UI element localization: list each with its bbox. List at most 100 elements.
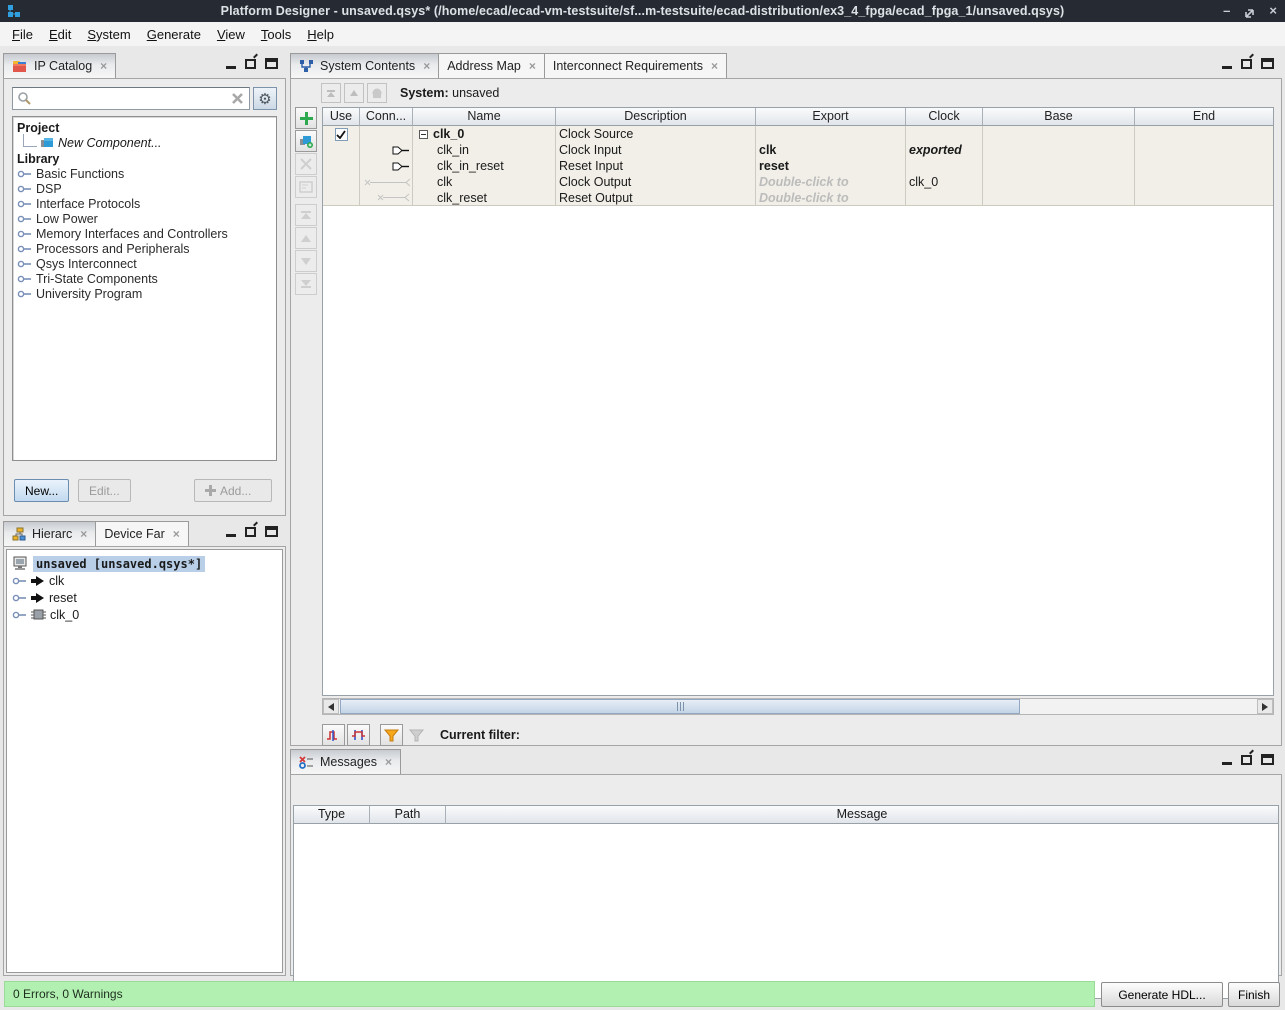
expander-icon[interactable] xyxy=(17,229,32,239)
col-end[interactable]: End xyxy=(1135,108,1273,126)
menu-edit[interactable]: Edit xyxy=(41,25,79,44)
table-row-clk[interactable]: clk Clock Output Double-click to clk_0 xyxy=(323,174,1273,190)
tree-item-interface-protocols[interactable]: Interface Protocols xyxy=(13,196,276,211)
panel-float-icon[interactable] xyxy=(245,527,256,537)
tab-address-map[interactable]: Address Map × xyxy=(438,53,545,78)
add-button[interactable]: Add... xyxy=(194,479,272,502)
expander-icon[interactable] xyxy=(17,244,32,254)
col-path[interactable]: Path xyxy=(370,806,446,824)
tree-item-processors-peripherals[interactable]: Processors and Peripherals xyxy=(13,241,276,256)
scroll-right-icon[interactable] xyxy=(1257,699,1273,714)
table-row-clk0[interactable]: clk_0 Clock Source xyxy=(323,126,1273,142)
collapse-toggle[interactable] xyxy=(419,130,428,139)
expander-icon[interactable] xyxy=(17,184,32,194)
close-icon[interactable]: × xyxy=(527,59,536,73)
close-icon[interactable]: × xyxy=(98,59,107,73)
tree-item-qsys-interconnect[interactable]: Qsys Interconnect xyxy=(13,256,276,271)
tree-item-university-program[interactable]: University Program xyxy=(13,286,276,301)
hierarchy-root[interactable]: unsaved [unsaved.qsys*] xyxy=(7,555,282,572)
minimize-icon[interactable]: – xyxy=(1223,0,1230,22)
expander-icon[interactable] xyxy=(17,199,32,209)
panel-maximize-icon[interactable] xyxy=(1261,754,1274,765)
table-row-clk-reset[interactable]: clk_reset Reset Output Double-click to xyxy=(323,190,1273,206)
expander-icon[interactable] xyxy=(17,169,32,179)
tree-item-basic-functions[interactable]: Basic Functions xyxy=(13,166,276,181)
col-type[interactable]: Type xyxy=(294,806,370,824)
close-icon[interactable]: × xyxy=(383,755,392,769)
panel-float-icon[interactable] xyxy=(245,59,256,69)
hierarchy-item-reset[interactable]: reset xyxy=(7,589,282,606)
tab-hierarchy[interactable]: Hierarc × xyxy=(3,521,96,546)
panel-minimize-icon[interactable] xyxy=(226,66,236,69)
menu-view[interactable]: View xyxy=(209,25,253,44)
clear-filter-button[interactable] xyxy=(405,724,428,746)
generate-hdl-button[interactable]: Generate HDL... xyxy=(1101,982,1223,1007)
tab-device-family[interactable]: Device Far × xyxy=(95,521,188,546)
panel-float-icon[interactable] xyxy=(1241,755,1252,765)
panel-minimize-icon[interactable] xyxy=(226,534,236,537)
scroll-left-icon[interactable] xyxy=(323,699,339,714)
port-icon[interactable] xyxy=(392,162,410,171)
panel-float-icon[interactable] xyxy=(1241,59,1252,69)
show-signals-button[interactable] xyxy=(322,724,345,746)
restore-icon[interactable] xyxy=(1244,3,1255,19)
close-icon[interactable]: × xyxy=(78,527,87,541)
move-up-button[interactable] xyxy=(295,227,317,249)
tab-ip-catalog[interactable]: IP Catalog × xyxy=(3,53,116,78)
expander-icon[interactable] xyxy=(17,259,32,269)
menu-tools[interactable]: Tools xyxy=(253,25,299,44)
hierarchy-item-clk[interactable]: clk xyxy=(7,572,282,589)
expander-icon[interactable] xyxy=(12,610,27,620)
close-icon[interactable]: × xyxy=(421,59,430,73)
menu-system[interactable]: System xyxy=(79,25,138,44)
go-to-parent-button[interactable] xyxy=(367,83,387,103)
move-down-button[interactable] xyxy=(295,250,317,272)
expander-icon[interactable] xyxy=(12,576,27,586)
horizontal-scrollbar[interactable] xyxy=(322,698,1274,715)
table-row-clk-in-reset[interactable]: clk_in_reset Reset Input reset xyxy=(323,158,1273,174)
expander-icon[interactable] xyxy=(17,289,32,299)
clear-search-icon[interactable] xyxy=(230,92,246,106)
close-icon[interactable]: × xyxy=(709,59,718,73)
tab-messages[interactable]: Messages × xyxy=(290,749,401,774)
col-export[interactable]: Export xyxy=(756,108,906,126)
panel-maximize-icon[interactable] xyxy=(265,526,278,537)
edit-component-button[interactable] xyxy=(295,130,317,152)
finish-button[interactable]: Finish xyxy=(1228,982,1280,1007)
close-icon[interactable]: × xyxy=(171,527,180,541)
tab-system-contents[interactable]: System Contents × xyxy=(290,53,439,78)
expander-icon[interactable] xyxy=(17,274,32,284)
col-message[interactable]: Message xyxy=(446,806,1278,824)
move-up-button[interactable] xyxy=(344,83,364,103)
edit-button[interactable]: Edit... xyxy=(78,479,131,502)
menu-help[interactable]: Help xyxy=(299,25,342,44)
scrollbar-thumb[interactable] xyxy=(340,699,1020,714)
tree-item-memory-interfaces[interactable]: Memory Interfaces and Controllers xyxy=(13,226,276,241)
move-to-top-button[interactable] xyxy=(321,83,341,103)
panel-maximize-icon[interactable] xyxy=(1261,58,1274,69)
connection-line-icon[interactable] xyxy=(363,178,410,187)
expander-icon[interactable] xyxy=(12,593,27,603)
panel-minimize-icon[interactable] xyxy=(1222,66,1232,69)
new-button[interactable]: New... xyxy=(14,479,69,502)
use-checkbox[interactable] xyxy=(335,128,348,141)
panel-minimize-icon[interactable] xyxy=(1222,762,1232,765)
col-base[interactable]: Base xyxy=(983,108,1135,126)
close-icon[interactable]: × xyxy=(1269,0,1277,22)
search-settings-button[interactable]: ⚙ xyxy=(253,87,277,110)
filter-button[interactable] xyxy=(380,724,403,746)
tab-interconnect-requirements[interactable]: Interconnect Requirements × xyxy=(544,53,727,78)
tree-item-low-power[interactable]: Low Power xyxy=(13,211,276,226)
search-input[interactable] xyxy=(34,88,230,109)
hierarchy-item-clk0[interactable]: clk_0 xyxy=(7,606,282,623)
move-bottom-button[interactable] xyxy=(295,273,317,295)
col-description[interactable]: Description xyxy=(556,108,756,126)
menu-file[interactable]: File xyxy=(4,25,41,44)
table-row-clk-in[interactable]: clk_in Clock Input clk exported xyxy=(323,142,1273,158)
tree-item-new-component[interactable]: New Component... xyxy=(13,135,276,151)
col-use[interactable]: Use xyxy=(323,108,360,126)
connection-line-icon[interactable] xyxy=(376,193,410,202)
panel-maximize-icon[interactable] xyxy=(265,58,278,69)
expander-icon[interactable] xyxy=(17,214,32,224)
remove-component-button[interactable] xyxy=(295,153,317,175)
